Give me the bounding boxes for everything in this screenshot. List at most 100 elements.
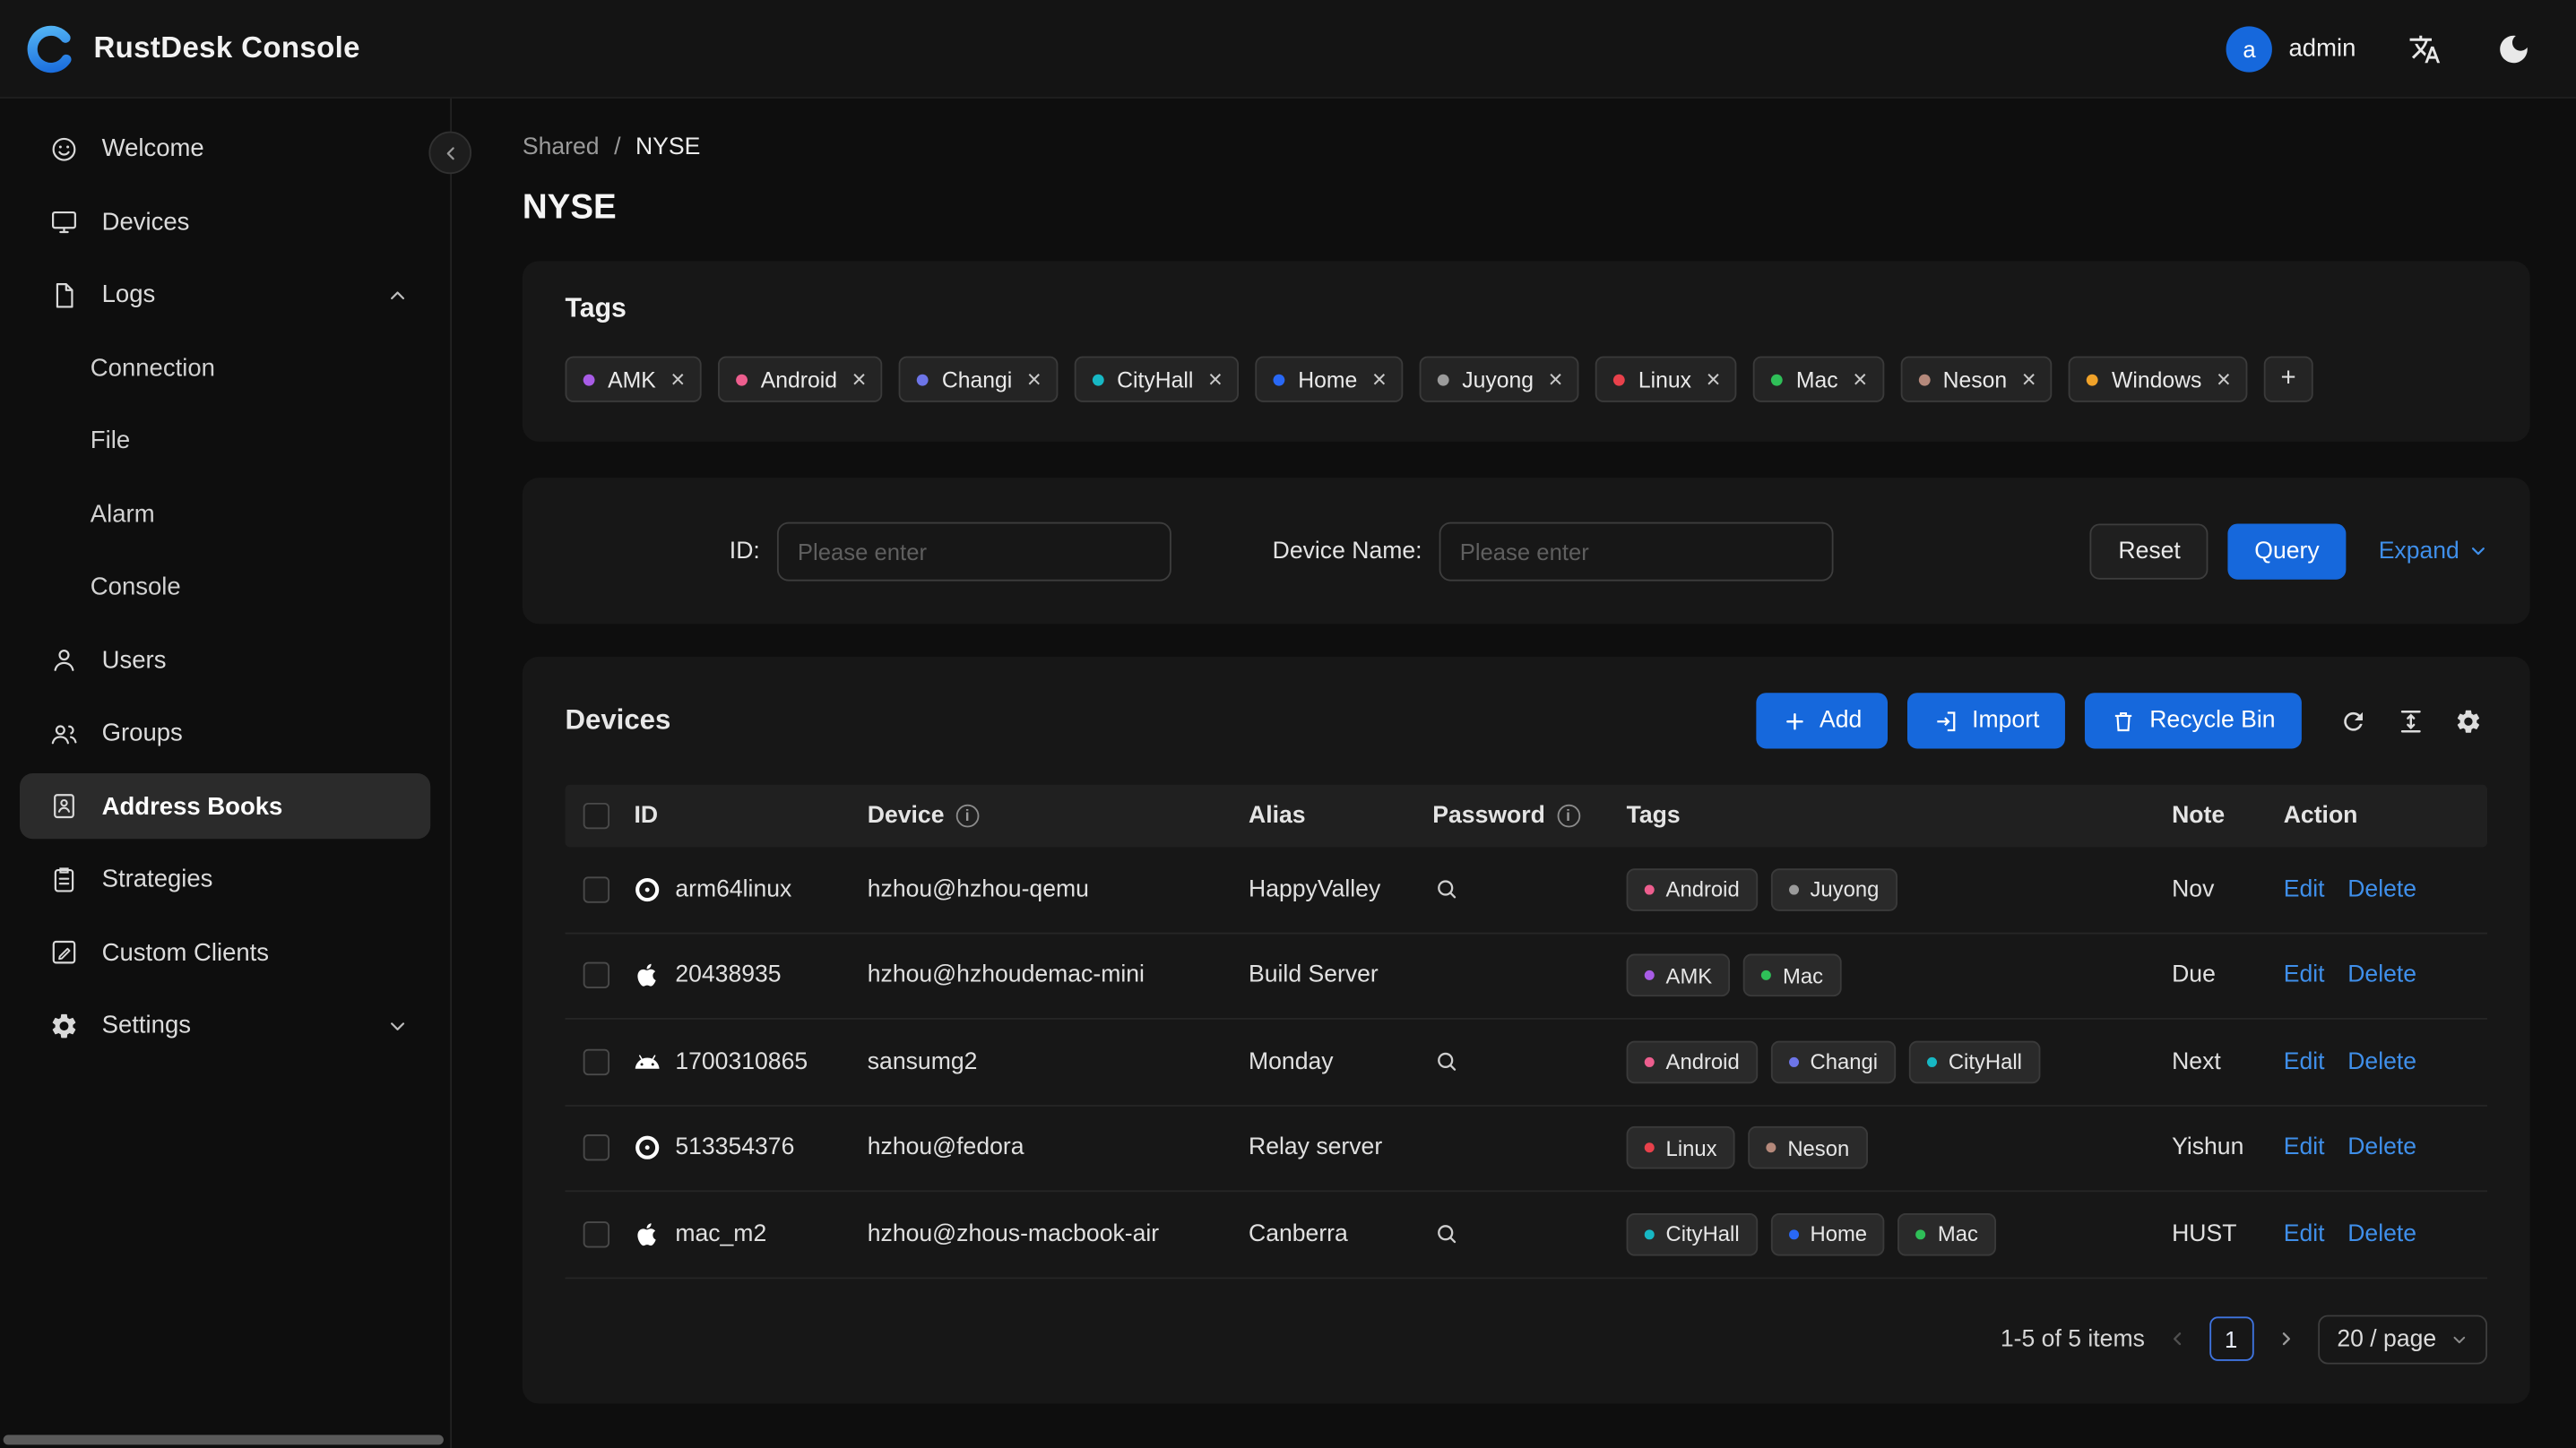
apple-os-icon xyxy=(634,962,660,988)
chevron-down-icon xyxy=(388,1015,408,1035)
tag-chip[interactable]: Android × xyxy=(718,356,883,402)
tag-color-dot xyxy=(1644,1228,1655,1239)
sidebar-item-strategies[interactable]: Strategies xyxy=(20,846,430,911)
edit-link[interactable]: Edit xyxy=(2284,962,2325,988)
previous-page-icon[interactable] xyxy=(2168,1330,2186,1348)
device-alias: Monday xyxy=(1249,1048,1334,1075)
remove-tag-icon[interactable]: × xyxy=(1549,366,1563,391)
sidebar-collapse-button[interactable] xyxy=(428,131,472,175)
refresh-icon[interactable] xyxy=(2335,702,2373,739)
sidebar-item-logs[interactable]: Logs xyxy=(20,262,430,327)
edit-link[interactable]: Edit xyxy=(2284,1221,2325,1247)
tag-label: Juyong xyxy=(1462,366,1534,392)
user-menu[interactable]: a admin xyxy=(2226,25,2356,72)
sidebar-item-connection[interactable]: Connection xyxy=(20,335,430,401)
delete-link[interactable]: Delete xyxy=(2347,1221,2416,1247)
view-password-icon[interactable] xyxy=(1434,877,1458,901)
device-tag: Neson xyxy=(1748,1126,1868,1169)
delete-link[interactable]: Delete xyxy=(2347,1048,2416,1074)
row-checkbox[interactable] xyxy=(583,875,610,903)
sidebar-item-label: Logs xyxy=(101,280,156,309)
tag-color-dot xyxy=(1273,373,1285,385)
users-icon xyxy=(49,719,79,748)
info-icon[interactable]: i xyxy=(955,804,979,828)
username: admin xyxy=(2288,34,2356,63)
sidebar-item-file[interactable]: File xyxy=(20,408,430,473)
column-height-icon[interactable] xyxy=(2392,702,2430,739)
tag-chip[interactable]: Neson × xyxy=(1899,356,2053,402)
device-id: 513354376 xyxy=(675,1134,795,1161)
sidebar-item-devices[interactable]: Devices xyxy=(20,189,430,254)
translate-icon[interactable] xyxy=(2405,29,2444,68)
tag-chip[interactable]: Linux × xyxy=(1595,356,1737,402)
edit-link[interactable]: Edit xyxy=(2284,1135,2325,1161)
tag-chip[interactable]: Windows × xyxy=(2069,356,2248,402)
tag-chip[interactable]: Mac × xyxy=(1753,356,1884,402)
remove-tag-icon[interactable]: × xyxy=(1208,366,1223,391)
remove-tag-icon[interactable]: × xyxy=(1707,366,1721,391)
sidebar-scrollbar[interactable] xyxy=(3,1435,444,1445)
recycle-bin-button[interactable]: Recycle Bin xyxy=(2085,693,2302,749)
info-icon[interactable]: i xyxy=(1556,804,1580,828)
page-number-button[interactable]: 1 xyxy=(2209,1316,2253,1361)
top-bar: RustDesk Console a admin xyxy=(0,0,2576,99)
apple-os-icon xyxy=(634,1221,660,1247)
view-password-icon[interactable] xyxy=(1434,1222,1458,1246)
avatar[interactable]: a xyxy=(2226,25,2273,72)
column-header-id: ID xyxy=(634,802,659,830)
dark-mode-icon[interactable] xyxy=(2494,29,2533,68)
remove-tag-icon[interactable]: × xyxy=(1372,366,1387,391)
row-checkbox[interactable] xyxy=(583,1220,610,1248)
tag-color-dot xyxy=(1927,1056,1938,1067)
remove-tag-icon[interactable]: × xyxy=(2022,366,2036,391)
sidebar-item-users[interactable]: Users xyxy=(20,627,430,693)
row-checkbox[interactable] xyxy=(583,1134,610,1161)
sidebar-item-label: Custom Clients xyxy=(101,938,270,967)
sidebar-item-custom-clients[interactable]: Custom Clients xyxy=(20,919,430,985)
device-alias: Canberra xyxy=(1249,1220,1348,1248)
query-button[interactable]: Query xyxy=(2227,522,2347,579)
expand-link[interactable]: Expand xyxy=(2379,538,2487,564)
sidebar-item-address-books[interactable]: Address Books xyxy=(19,772,431,840)
remove-tag-icon[interactable]: × xyxy=(2217,366,2231,391)
tag-label: Linux xyxy=(1638,366,1692,392)
row-checkbox[interactable] xyxy=(583,1048,610,1075)
delete-link[interactable]: Delete xyxy=(2347,962,2416,988)
sidebar-item-label: Console xyxy=(90,573,181,601)
add-tag-button[interactable]: + xyxy=(2263,356,2313,402)
tag-color-dot xyxy=(1788,1056,1799,1067)
sidebar-item-settings[interactable]: Settings xyxy=(20,993,430,1058)
reset-button[interactable]: Reset xyxy=(2090,522,2209,579)
import-button[interactable]: Import xyxy=(1907,693,2066,749)
sidebar-item-console[interactable]: Console xyxy=(20,554,430,619)
device-id: 1700310865 xyxy=(675,1048,808,1075)
remove-tag-icon[interactable]: × xyxy=(852,366,867,391)
tag-chip[interactable]: Juyong × xyxy=(1419,356,1579,402)
tag-chip[interactable]: Changi × xyxy=(899,356,1059,402)
device-alias: Build Server xyxy=(1249,962,1379,989)
delete-link[interactable]: Delete xyxy=(2347,1135,2416,1161)
remove-tag-icon[interactable]: × xyxy=(1027,366,1042,391)
sidebar-item-alarm[interactable]: Alarm xyxy=(20,481,430,547)
next-page-icon[interactable] xyxy=(2277,1330,2295,1348)
remove-tag-icon[interactable]: × xyxy=(1853,366,1867,391)
id-filter-input[interactable] xyxy=(776,521,1171,581)
row-checkbox[interactable] xyxy=(583,962,610,989)
tag-chip[interactable]: Home × xyxy=(1255,356,1404,402)
remove-tag-icon[interactable]: × xyxy=(670,366,685,391)
tag-chip[interactable]: CityHall × xyxy=(1074,356,1240,402)
edit-link[interactable]: Edit xyxy=(2284,876,2325,902)
add-device-button[interactable]: Add xyxy=(1755,693,1889,749)
select-all-checkbox[interactable] xyxy=(583,802,610,830)
page-size-select[interactable]: 20 / page xyxy=(2317,1314,2488,1364)
sidebar-item-groups[interactable]: Groups xyxy=(20,700,430,765)
view-password-icon[interactable] xyxy=(1434,1049,1458,1073)
sidebar-item-welcome[interactable]: Welcome xyxy=(20,116,430,181)
device-name-filter-input[interactable] xyxy=(1438,521,1833,581)
breadcrumb-parent[interactable]: Shared xyxy=(523,134,600,160)
table-settings-gear-icon[interactable] xyxy=(2450,702,2487,739)
delete-link[interactable]: Delete xyxy=(2347,876,2416,902)
tag-chip[interactable]: AMK × xyxy=(565,356,702,402)
device-name: hzhou@fedora xyxy=(867,1134,1024,1161)
edit-link[interactable]: Edit xyxy=(2284,1048,2325,1074)
